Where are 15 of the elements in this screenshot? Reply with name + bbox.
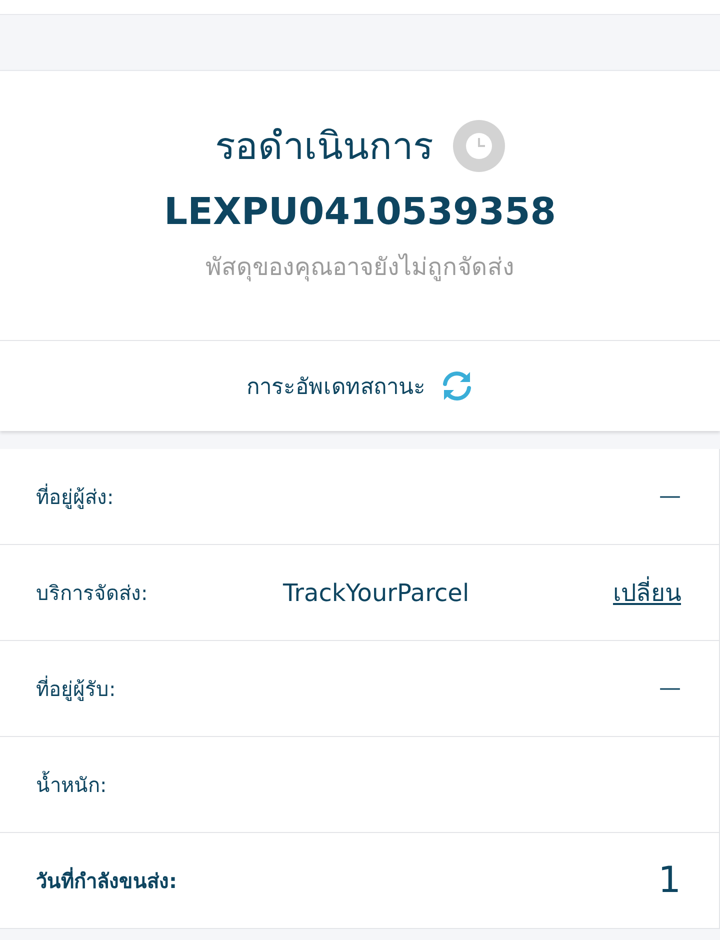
status-message: พัสดุของคุณอาจยังไม่ถูกจัดส่ง	[206, 252, 514, 284]
detail-value: —	[659, 676, 681, 701]
detail-label: ที่อยู่ผู้ส่ง:	[36, 482, 115, 511]
detail-value: —	[659, 484, 681, 509]
detail-label: วันที่กำลังขนส่ง:	[36, 866, 178, 894]
detail-label: น้ำหนัก:	[36, 770, 108, 798]
detail-label: บริการจัดส่ง:	[36, 580, 149, 606]
detail-value: TrackYourParcel	[282, 578, 470, 606]
clock-icon	[453, 120, 505, 172]
detail-label: ที่อยู่ผู้รับ:	[36, 674, 117, 703]
change-link[interactable]: เปลี่ยน	[613, 573, 681, 612]
status-title: รอดำเนินการ	[215, 123, 433, 170]
update-status-label: การะอัพเดทสถานะ	[246, 374, 426, 402]
detail-value: 1	[658, 860, 681, 901]
tracking-number: LEXPU0410539358	[164, 190, 556, 233]
